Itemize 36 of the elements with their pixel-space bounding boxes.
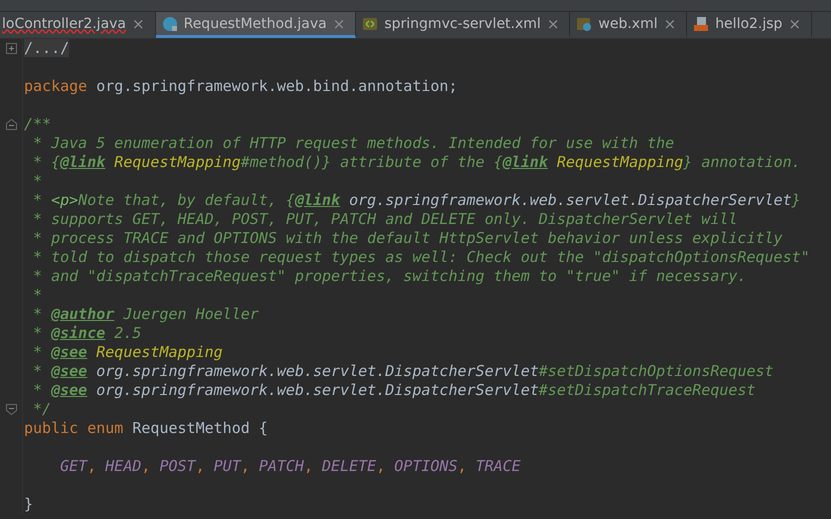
web-file-icon [576, 16, 592, 32]
code-line: GET, HEAD, POST, PUT, PATCH, DELETE, OPTIONS, TRACE [59, 457, 521, 476]
close-icon[interactable]: × [132, 14, 145, 32]
close-icon[interactable]: × [332, 14, 346, 32]
code-line: * and "dispatchTraceRequest" properties, switching them to "true" if necessary. [32, 267, 746, 286]
code-line: public enum RequestMethod { [23, 419, 268, 438]
code-line: * {@link RequestMapping#method()} attribute of the {@link RequestMapping} annotation. [32, 153, 801, 172]
code-line: * @see RequestMapping [32, 343, 223, 362]
code-line: * @since 2.5 [32, 324, 142, 343]
code-line: * process TRACE and OPTIONS with the default HttpServlet behavior unless explicitly [32, 229, 783, 248]
fold-collapse-icon[interactable] [6, 404, 16, 415]
editor-tab[interactable]: web.xml × [570, 12, 688, 38]
code-line: /** [23, 115, 52, 134]
close-icon[interactable]: × [664, 14, 676, 32]
code-line: */ [32, 400, 52, 419]
code-line: * <p>Note that, by default, {@link org.springframework.web.servlet.DispatcherServlet} [32, 191, 801, 210]
code-line: package org.springframework.web.bind.annotation; [23, 77, 458, 96]
code-line: * [32, 172, 42, 191]
code-line: * @author Juergen Hoeller [32, 305, 259, 324]
class-file-icon [162, 16, 178, 32]
close-icon[interactable]: × [788, 14, 802, 32]
code-line: * @see org.springframework.web.servlet.DispatcherServlet#setDispatchOptionsRequest [32, 362, 774, 381]
editor-tab[interactable]: hello2.jsp × [687, 12, 812, 38]
fold-collapse-icon[interactable] [6, 119, 16, 130]
editor-tab[interactable]: RequestMethod.java × [156, 12, 356, 38]
code-line: * supports GET, HEAD, POST, PUT, PATCH and DELETE only. DispatcherServlet will [32, 210, 738, 229]
code-line: * Java 5 enumeration of HTTP request methods. Intended for use with the [32, 134, 674, 153]
jsp-file-icon [693, 16, 710, 32]
close-icon[interactable]: × [546, 14, 560, 32]
code-line: * [32, 286, 42, 305]
code-line: } [23, 495, 34, 514]
code-line: * told to dispatch those request types as well: Check out the "dispatchOptionsRequest" [32, 248, 810, 267]
editor-tab[interactable]: springmvc-servlet.xml × [356, 12, 570, 38]
xml-file-icon [362, 16, 378, 32]
fold-expand-icon[interactable] [6, 43, 16, 54]
code-line: * @see org.springframework.web.servlet.DispatcherServlet#setDispatchTraceRequest [32, 381, 756, 400]
